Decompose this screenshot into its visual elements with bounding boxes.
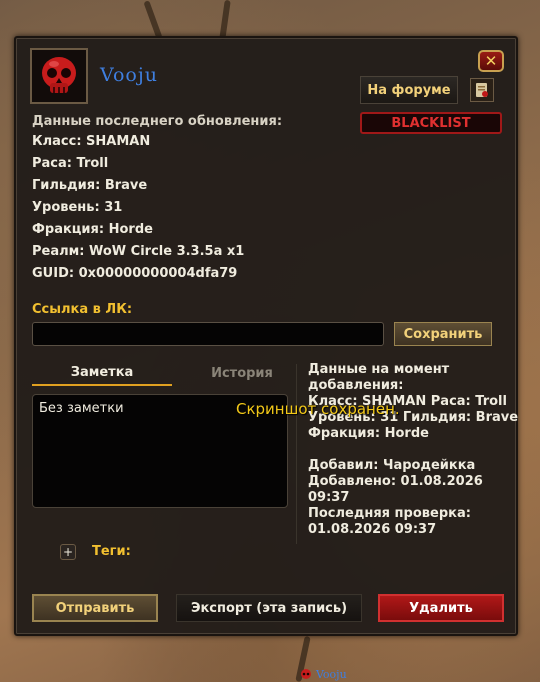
added-data-panel: Данные на момент добавления: Класс: SHAM… [308,362,518,538]
bottom-nameplate: Vooju [300,668,347,681]
info-faction: Фракция: Horde [32,222,153,237]
info-guid: GUID: 0x00000000004dfa79 [32,266,238,281]
added-title: Данные на момент [308,362,450,377]
close-button[interactable]: ✕ [478,50,504,72]
added-faction: Фракция: Horde [308,426,429,441]
tags-label: Теги: [92,544,131,559]
scroll-icon [476,83,488,97]
column-divider [296,364,297,544]
nameplate-name: Vooju [316,668,347,681]
info-class: Класс: SHAMAN [32,134,151,149]
lk-link-input[interactable] [32,322,384,346]
info-realm: Реалм: WoW Circle 3.3.5a x1 [32,244,245,259]
add-tag-button[interactable]: + [60,544,76,560]
info-race: Раса: Troll [32,156,109,171]
added-on: Добавлено: 01.08.2026 [308,474,483,489]
info-heading: Данные последнего обновления: [32,114,283,129]
background-tree [219,0,231,41]
save-button[interactable]: Сохранить [394,322,492,346]
last-checked-time: 01.08.2026 09:37 [308,522,437,537]
tab-note[interactable]: Заметка [32,360,172,386]
added-on-time: 09:37 [308,490,350,505]
delete-button[interactable]: Удалить [378,594,504,622]
forum-icon-button[interactable] [470,78,494,102]
blacklist-button[interactable]: BLACKLIST [360,112,502,134]
character-name: Vooju [100,64,158,86]
export-button[interactable]: Экспорт (эта запись) [176,594,362,622]
red-skull-icon [42,57,76,93]
forum-button[interactable]: На форуме [360,76,458,104]
red-skull-icon [301,668,311,679]
background-tree [143,0,163,40]
last-checked: Последняя проверка: [308,506,471,521]
lk-link-label: Ссылка в ЛК: [32,302,133,317]
tab-history[interactable]: История [172,360,312,386]
close-x-icon: ✕ [484,52,498,70]
added-title: добавления: [308,378,404,393]
added-by: Добавил: Чародейкка [308,458,476,473]
avatar [30,48,88,104]
info-level: Уровень: 31 [32,200,123,215]
send-button[interactable]: Отправить [32,594,158,622]
screenshot-saved-toast: Скриншот сохранен. [236,400,400,418]
player-card-window: Vooju ✕ На форуме BLACKLIST Данные после… [14,36,518,636]
info-guild: Гильдия: Brave [32,178,148,193]
